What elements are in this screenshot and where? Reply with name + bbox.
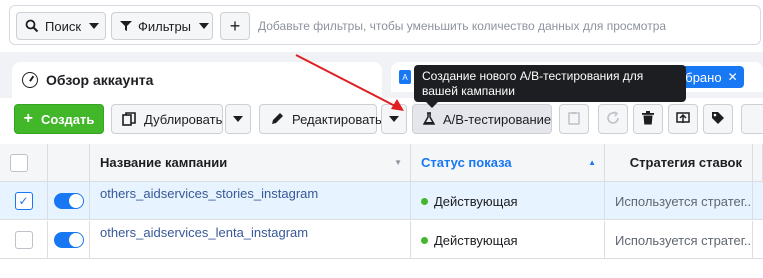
chevron-down-icon [233, 116, 243, 122]
ab-test-tooltip: Создание нового A/B-тестирования для ваш… [414, 65, 686, 108]
ab-test-button[interactable]: A/B-тестирование [412, 104, 552, 134]
export-button[interactable] [668, 104, 698, 134]
row-checkbox[interactable]: ✓ [14, 192, 33, 210]
filter-hint: Добавьте фильтры, чтобы уменьшить количе… [258, 19, 667, 33]
row-select-cell: ✓ [0, 182, 48, 220]
strategy-text: Используется стратег... [615, 193, 753, 209]
duplicate-button[interactable]: Дублировать [111, 104, 223, 134]
header-bid-strategy[interactable]: Стратегия ставок [605, 144, 753, 182]
filter-box: Поиск Фильтры + Добавьте фильтры, чтобы … [9, 5, 761, 45]
plus-icon: + [23, 110, 33, 127]
campaign-name-cell: others_aidservices_lenta_instagram [90, 221, 411, 259]
create-button[interactable]: + Создать [14, 104, 104, 134]
clipboard-button[interactable] [559, 104, 589, 134]
sort-ascending-icon: ▲ [588, 158, 596, 167]
status-cell: Действующая [411, 221, 605, 259]
close-icon[interactable]: ✕ [728, 70, 738, 84]
header-delivery-status[interactable]: Статус показа ▲ [411, 144, 605, 182]
tag-button[interactable] [703, 104, 733, 134]
gauge-icon [22, 72, 38, 88]
tab-account-overview[interactable]: Обзор аккаунта [12, 62, 382, 98]
chevron-down-icon [199, 23, 210, 29]
sort-icon: ▼ [394, 158, 402, 167]
trash-icon [642, 110, 654, 128]
row-select-cell [0, 221, 48, 259]
campaign-toggle[interactable] [53, 232, 84, 248]
status-cell: Действующая [411, 182, 605, 220]
header-bid-strategy-label: Стратегия ставок [629, 155, 742, 170]
chevron-down-icon [89, 23, 100, 29]
clipboard-icon [568, 111, 580, 128]
status-text: Действующая [434, 232, 518, 248]
strategy-cell: Используется стратег... [605, 182, 753, 220]
add-filter-button[interactable]: + [220, 12, 250, 40]
ab-test-label: A/B-тестирование [443, 111, 552, 127]
chevron-down-icon [389, 116, 399, 122]
search-icon [25, 19, 39, 33]
tag-icon [711, 111, 725, 128]
strategy-cell: Используется стратег... [605, 221, 753, 259]
campaign-name-link[interactable]: others_aidservices_stories_instagram [100, 186, 318, 201]
refresh-button[interactable] [598, 104, 628, 134]
header-overflow [753, 144, 763, 182]
row-checkbox[interactable] [14, 231, 33, 249]
refresh-icon [606, 110, 620, 128]
export-icon [676, 111, 690, 128]
header-campaign-name[interactable]: Название кампании ▼ [90, 144, 411, 182]
campaign-icon: A [399, 70, 411, 84]
search-label: Поиск [45, 18, 82, 34]
row-toggle-cell [48, 221, 90, 259]
header-toggle [48, 144, 90, 182]
duplicate-label: Дублировать [144, 111, 223, 127]
filter-icon [120, 20, 132, 32]
create-label: Создать [40, 111, 95, 127]
delete-button[interactable] [633, 104, 663, 134]
strategy-text: Используется стратег... [615, 232, 753, 248]
header-delivery-status-label: Статус показа [421, 155, 512, 170]
campaign-toggle[interactable] [53, 193, 84, 209]
header-select-all[interactable] [0, 144, 48, 182]
edit-label: Редактировать [292, 111, 382, 127]
edit-menu-button[interactable] [381, 104, 407, 134]
header-campaign-name-label: Название кампании [100, 155, 228, 170]
more-toolbar-button[interactable] [741, 104, 763, 134]
tooltip-text: Создание нового A/B-тестирования для ваш… [422, 69, 644, 98]
campaign-name-link[interactable]: others_aidservices_lenta_instagram [100, 225, 308, 240]
row-toggle-cell [48, 182, 90, 220]
filters-label: Фильтры [138, 18, 192, 34]
status-text: Действующая [434, 193, 518, 209]
status-dot-icon [421, 197, 428, 205]
campaign-name-cell: others_aidservices_stories_instagram [90, 182, 411, 220]
toolbar: + Создать Дублировать Редактировать A/B-… [0, 98, 763, 144]
table-row[interactable]: others_aidservices_lenta_instagram Дейст… [0, 221, 763, 259]
duplicate-icon [122, 112, 136, 126]
edit-button[interactable]: Редактировать [259, 104, 382, 134]
status-dot-icon [421, 236, 428, 244]
campaign-table: Название кампании ▼ Статус показа ▲ Стра… [0, 144, 763, 278]
tab-account-overview-label: Обзор аккаунта [46, 72, 154, 88]
filters-dropdown[interactable]: Фильтры [111, 12, 213, 40]
flask-icon [423, 112, 435, 126]
filter-bar: Поиск Фильтры + Добавьте фильтры, чтобы … [0, 0, 763, 50]
select-all-checkbox[interactable] [10, 153, 28, 172]
table-row[interactable]: ✓ others_aidservices_stories_instagram Д… [0, 182, 763, 220]
duplicate-menu-button[interactable] [225, 104, 251, 134]
search-dropdown[interactable]: Поиск [16, 12, 106, 40]
pencil-icon [270, 112, 284, 126]
